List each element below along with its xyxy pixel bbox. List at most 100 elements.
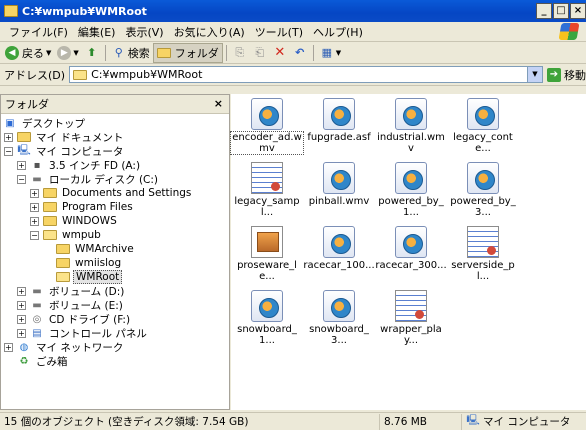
expand-icon[interactable]: + <box>17 160 26 170</box>
tree-item-label: WMArchive <box>75 243 134 255</box>
search-button[interactable]: ⚲ 検索 <box>109 43 153 63</box>
tree-item-volume-e[interactable]: + ▬ ボリューム (E:) <box>1 298 229 312</box>
file-list-pane[interactable]: encoder_ad.wmv fupgrade.asf industrial.wmv… <box>230 94 586 410</box>
chevron-down-icon[interactable]: ▼ <box>336 49 341 57</box>
close-button[interactable]: × <box>570 3 586 19</box>
up-folder-button[interactable]: ⬆ <box>82 43 102 63</box>
hard-drive-icon: ▬ <box>32 173 42 185</box>
file-name: serverside_pl... <box>451 260 515 282</box>
tree-item-wmpub[interactable]: − wmpub <box>1 228 229 242</box>
copy-to-icon: ⎗ <box>255 45 265 59</box>
tree-item-my-computer[interactable]: − 🖳 マイ コンピュータ <box>1 144 229 158</box>
file-item[interactable]: snowboard_1... <box>231 290 303 346</box>
undo-button[interactable]: ↶ <box>290 43 310 63</box>
tree-item-volume-d[interactable]: + ▬ ボリューム (D:) <box>1 284 229 298</box>
go-button[interactable]: ➔ 移動 <box>547 67 586 83</box>
my-documents-icon <box>17 131 31 143</box>
move-to-button[interactable]: ⎘ <box>230 43 250 63</box>
file-item[interactable]: powered_by_3... <box>447 162 519 218</box>
address-label: アドレス(D) <box>4 68 66 82</box>
forward-button[interactable]: ▶ ▼ <box>54 43 81 63</box>
tree-item-wmroot[interactable]: WMRoot <box>1 270 229 284</box>
address-field[interactable]: C:¥wmpub¥WMRoot ▼ <box>69 66 543 83</box>
menu-tools[interactable]: ツール(T) <box>250 24 308 40</box>
toolbar: ◀ 戻る ▼ ▶ ▼ ⬆ ⚲ 検索 フォルダ ⎘ ⎗ ✕ ↶ ▦ ▼ <box>0 42 586 64</box>
address-bar: アドレス(D) C:¥wmpub¥WMRoot ▼ ➔ 移動 <box>0 64 586 86</box>
folder-pane: フォルダ × ▣ デスクトップ + マイ ドキュメント − 🖳 マイ コンピュー… <box>0 94 230 410</box>
tree-item-local-disk-c[interactable]: − ▬ ローカル ディスク (C:) <box>1 172 229 186</box>
expand-icon[interactable]: + <box>17 314 26 324</box>
file-item[interactable]: industrial.wmv <box>375 98 447 154</box>
file-item[interactable]: fupgrade.asf <box>303 98 375 143</box>
tree-item-label: Program Files <box>62 201 133 213</box>
expand-icon[interactable]: + <box>30 202 39 212</box>
expand-icon[interactable]: + <box>4 342 13 352</box>
minimize-button[interactable]: _ <box>536 3 552 19</box>
file-item[interactable]: racecar_100... <box>303 226 375 271</box>
file-item[interactable]: serverside_pl... <box>447 226 519 282</box>
tree-item-my-documents[interactable]: + マイ ドキュメント <box>1 130 229 144</box>
collapse-icon[interactable]: − <box>17 174 26 184</box>
hard-drive-icon: ▬ <box>32 299 42 311</box>
tree-item-wmarchive[interactable]: WMArchive <box>1 242 229 256</box>
toolbar-divider <box>104 44 106 61</box>
chevron-down-icon[interactable]: ▼ <box>73 49 78 57</box>
folder-icon <box>56 243 70 255</box>
menu-help[interactable]: ヘルプ(H) <box>308 24 368 40</box>
collapse-icon[interactable]: − <box>4 146 13 156</box>
network-icon: ◍ <box>19 341 29 353</box>
maximize-button[interactable]: □ <box>553 3 569 19</box>
collapse-icon[interactable]: − <box>30 230 39 240</box>
tree-item-control-panel[interactable]: + ▤ コントロール パネル <box>1 326 229 340</box>
expand-icon[interactable]: + <box>4 132 13 142</box>
hard-drive-icon: ▬ <box>32 285 42 297</box>
file-item[interactable]: proseware_le... <box>231 226 303 282</box>
delete-button[interactable]: ✕ <box>270 43 290 63</box>
image-file-icon <box>251 226 283 258</box>
file-item[interactable]: powered_by_1... <box>375 162 447 218</box>
file-item[interactable]: wrapper_play... <box>375 290 447 346</box>
file-item[interactable]: pinball.wmv <box>303 162 375 207</box>
forward-arrow-icon: ▶ <box>57 45 72 60</box>
expand-icon[interactable]: + <box>30 188 39 198</box>
tree-item-documents-and-settings[interactable]: + Documents and Settings <box>1 186 229 200</box>
media-file-icon <box>323 226 355 258</box>
tree-item-windows[interactable]: + WINDOWS <box>1 214 229 228</box>
tree-item-cd-drive[interactable]: + ◎ CD ドライブ (F:) <box>1 312 229 326</box>
folders-button[interactable]: フォルダ <box>152 42 223 63</box>
back-button[interactable]: ◀ 戻る ▼ <box>2 43 54 63</box>
menu-favorites[interactable]: お気に入り(A) <box>169 24 250 40</box>
copy-to-button[interactable]: ⎗ <box>250 43 270 63</box>
tree-item-recycle-bin[interactable]: ♻ ごみ箱 <box>1 354 229 368</box>
views-button[interactable]: ▦ ▼ <box>317 43 344 63</box>
chevron-down-icon[interactable]: ▼ <box>46 49 51 57</box>
expand-icon[interactable]: + <box>17 286 26 296</box>
tree-item-my-network[interactable]: + ◍ マイ ネットワーク <box>1 340 229 354</box>
menu-view[interactable]: 表示(V) <box>120 24 168 40</box>
delete-icon: ✕ <box>274 45 286 60</box>
expand-icon[interactable]: + <box>30 216 39 226</box>
file-name: legacy_conte... <box>453 132 513 154</box>
file-name: industrial.wmv <box>377 132 445 154</box>
file-item[interactable]: legacy_conte... <box>447 98 519 154</box>
menu-edit[interactable]: 編集(E) <box>73 24 121 40</box>
tree-item-desktop[interactable]: ▣ デスクトップ <box>1 116 229 130</box>
expand-icon[interactable]: + <box>17 328 26 338</box>
status-object-count: 15 個のオブジェクト (空きディスク領域: 7.54 GB) <box>0 413 380 430</box>
window-controls: _ □ × <box>535 3 586 19</box>
media-file-icon <box>395 162 427 194</box>
file-item[interactable]: snowboard_3... <box>303 290 375 346</box>
chevron-down-icon[interactable]: ▼ <box>527 67 542 82</box>
file-item[interactable]: racecar_300... <box>375 226 447 271</box>
menu-file[interactable]: ファイル(F) <box>4 24 73 40</box>
close-icon[interactable]: × <box>214 97 223 110</box>
expand-icon[interactable]: + <box>17 300 26 310</box>
file-grid: encoder_ad.wmv fupgrade.asf industrial.wmv… <box>230 94 586 410</box>
file-item[interactable]: encoder_ad.wmv <box>230 98 304 155</box>
file-item[interactable]: legacy_sampl... <box>231 162 303 218</box>
tree-item-floppy[interactable]: + ▪ 3.5 インチ FD (A:) <box>1 158 229 172</box>
title-bar[interactable]: C:¥wmpub¥WMRoot _ □ × <box>0 0 586 22</box>
tree-item-program-files[interactable]: + Program Files <box>1 200 229 214</box>
tree-item-wmiislog[interactable]: wmiislog <box>1 256 229 270</box>
menu-bar: ファイル(F) 編集(E) 表示(V) お気に入り(A) ツール(T) ヘルプ(… <box>0 22 586 42</box>
